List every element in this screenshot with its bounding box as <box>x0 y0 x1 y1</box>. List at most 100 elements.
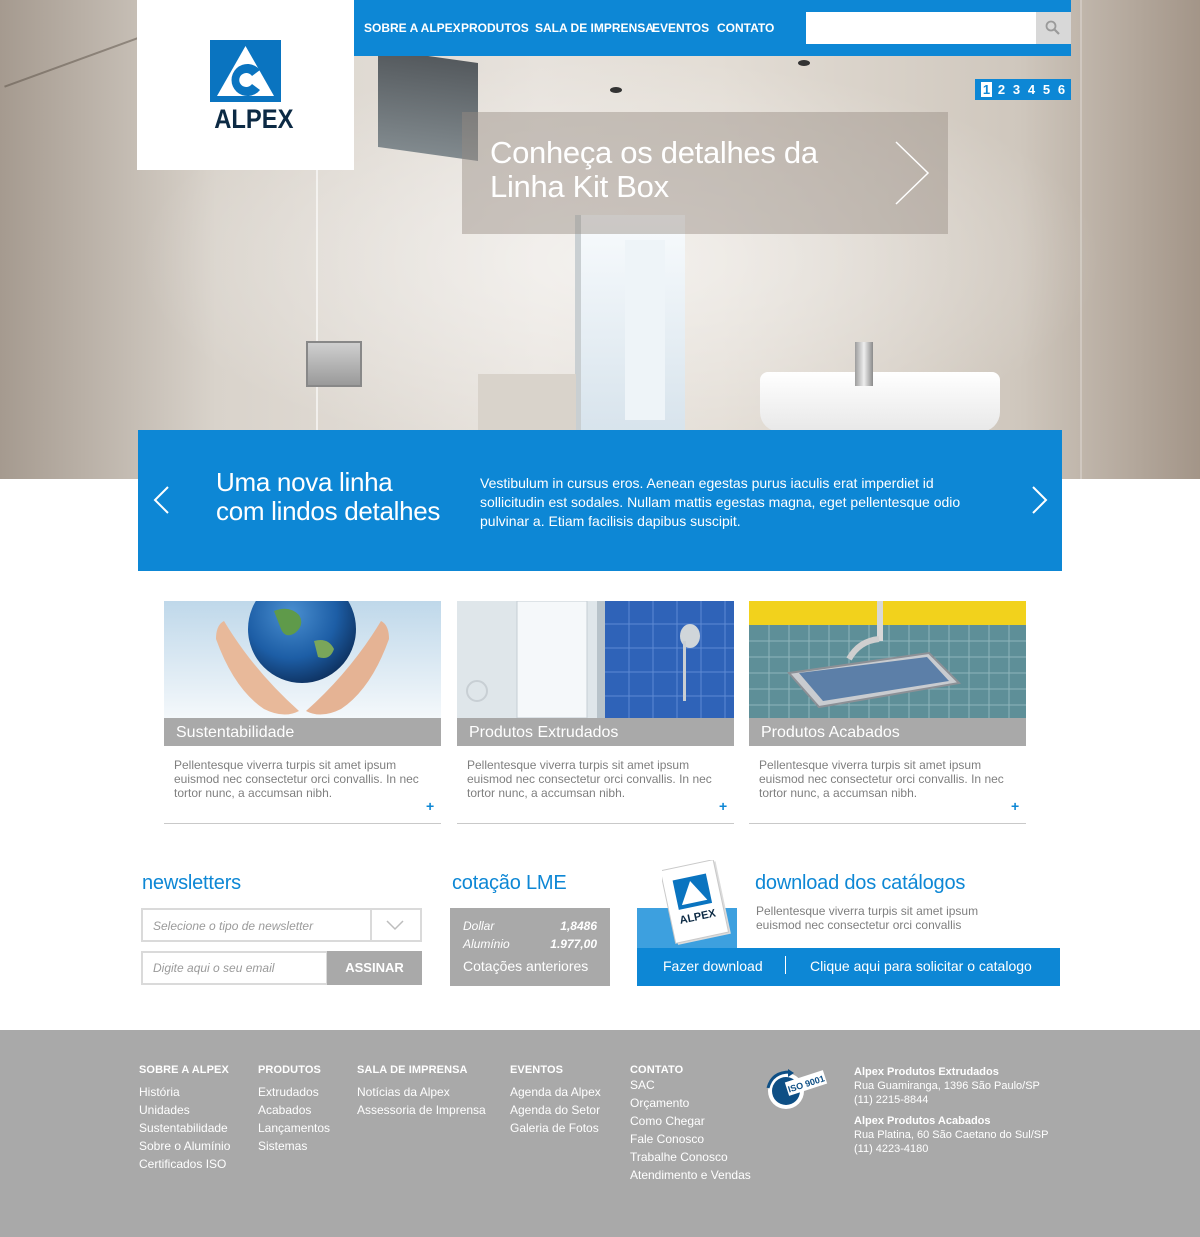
slider-page-4[interactable]: 4 <box>1026 82 1037 97</box>
shower-head-image <box>749 601 1026 718</box>
footer-link[interactable]: Sustentabilidade <box>139 1119 230 1137</box>
nav-sala-de-imprensa[interactable]: SALA DE IMPRENSA <box>535 21 654 35</box>
footer-link[interactable]: Atendimento e Vendas <box>630 1166 751 1184</box>
lme-label: Dollar <box>463 919 495 933</box>
plus-icon[interactable]: + <box>1011 799 1019 813</box>
card-title: Produtos Acabados <box>749 718 1026 746</box>
card-produtos-extrudados[interactable]: Produtos Extrudados Pellentesque viverra… <box>457 601 734 824</box>
lme-row-dollar: Dollar 1,8486 <box>463 919 597 933</box>
address-street: Rua Guamiranga, 1396 São Paulo/SP <box>854 1080 1040 1092</box>
band-title: Uma nova linha com lindos detalhes <box>216 468 446 526</box>
footer-link[interactable]: SAC <box>630 1076 751 1094</box>
search-icon <box>1045 20 1060 35</box>
footer-link[interactable]: Sobre o Alumínio <box>139 1137 230 1155</box>
wall-corner <box>1080 0 1082 479</box>
footer-link[interactable]: Como Chegar <box>630 1112 751 1130</box>
divider <box>785 956 786 974</box>
card-text: Pellentesque viverra turpis sit amet ips… <box>174 758 419 800</box>
footer-link[interactable]: História <box>139 1083 230 1101</box>
band-title-line2: com lindos detalhes <box>216 496 441 526</box>
logo[interactable]: ALPEX <box>137 0 354 170</box>
nav-sobre-a-alpex[interactable]: SOBRE A ALPEX <box>364 21 461 35</box>
faucet <box>855 342 873 386</box>
download-button[interactable]: Fazer download <box>663 958 763 974</box>
chevron-right-icon[interactable] <box>894 140 930 206</box>
slider-page-5[interactable]: 5 <box>1041 82 1052 97</box>
catalog-cover-image: ALPEX <box>659 859 732 948</box>
footer-heading[interactable]: PRODUTOS <box>258 1064 330 1076</box>
footer-link[interactable]: Trabalhe Conosco <box>630 1148 751 1166</box>
footer-col-sobre: SOBRE A ALPEX História Unidades Sustenta… <box>139 1064 230 1173</box>
footer-heading[interactable]: EVENTOS <box>510 1064 601 1076</box>
slider-page-2[interactable]: 2 <box>996 82 1007 97</box>
footer-link[interactable]: Orçamento <box>630 1094 751 1112</box>
search-button[interactable] <box>1036 12 1071 44</box>
sink <box>760 372 1000 432</box>
doorway-inner <box>625 240 665 420</box>
plus-icon[interactable]: + <box>719 799 727 813</box>
address-phone: (11) 2215-8844 <box>854 1094 929 1106</box>
iso-9001-badge-icon: ISO 9001 <box>766 1069 828 1109</box>
footer-link[interactable]: Extrudados <box>258 1083 330 1101</box>
newsletter-type-select[interactable]: Selecione o tipo de newsletter <box>141 908 422 942</box>
band-text: Vestibulum in cursus eros. Aenean egesta… <box>480 475 961 529</box>
earth-hands-image <box>164 601 441 718</box>
ceiling-lamp <box>798 60 810 66</box>
footer-link[interactable]: Acabados <box>258 1101 330 1119</box>
chevron-right-icon[interactable] <box>1031 485 1049 515</box>
footer-link[interactable]: Assessoria de Imprensa <box>357 1101 486 1119</box>
footer-heading[interactable]: CONTATO <box>630 1064 751 1076</box>
search-input[interactable] <box>806 12 1036 44</box>
footer-link[interactable]: Notícias da Alpex <box>357 1083 486 1101</box>
card-text: Pellentesque viverra turpis sit amet ips… <box>759 758 1004 800</box>
footer-link[interactable]: Sistemas <box>258 1137 330 1155</box>
card-produtos-acabados[interactable]: Produtos Acabados Pellentesque viverra t… <box>749 601 1026 824</box>
footer-link[interactable]: Certificados ISO <box>139 1155 230 1173</box>
nav-produtos[interactable]: PRODUTOS <box>461 21 529 35</box>
lme-value: 1,8486 <box>560 919 597 933</box>
lme-row-aluminio: Alumínio 1.977,00 <box>463 937 597 951</box>
address-phone: (11) 4223-4180 <box>854 1143 929 1155</box>
catalog-actions: Fazer download Clique aqui para solicita… <box>637 948 1060 986</box>
address-name: Alpex Produtos Extrudados <box>854 1066 999 1078</box>
nav-eventos[interactable]: EVENTOS <box>652 21 709 35</box>
request-catalog-button[interactable]: Clique aqui para solicitar o catalogo <box>810 958 1032 974</box>
email-field[interactable] <box>141 951 328 985</box>
plus-icon[interactable]: + <box>426 799 434 813</box>
feature-band: Uma nova linha com lindos detalhes Vesti… <box>138 430 1062 571</box>
catalog-description: Pellentesque viverra turpis sit amet ips… <box>756 904 979 932</box>
footer-link[interactable]: Fale Conosco <box>630 1130 751 1148</box>
slider-page-1[interactable]: 1 <box>981 82 992 97</box>
hero-caption[interactable]: Conheça os detalhes da Linha Kit Box <box>462 112 948 234</box>
slider-page-6[interactable]: 6 <box>1056 82 1067 97</box>
footer-heading[interactable]: SALA DE IMPRENSA <box>357 1064 486 1076</box>
footer-link[interactable]: Galeria de Fotos <box>510 1119 601 1137</box>
flush-plate <box>306 341 362 387</box>
nav-contato[interactable]: CONTATO <box>717 21 774 35</box>
footer-col-imprensa: SALA DE IMPRENSA Notícias da Alpex Asses… <box>357 1064 486 1119</box>
chevron-left-icon[interactable] <box>152 485 170 515</box>
card-title: Sustentabilidade <box>164 718 441 746</box>
footer-col-produtos: PRODUTOS Extrudados Acabados Lançamentos… <box>258 1064 330 1155</box>
lme-label: Alumínio <box>463 937 510 951</box>
card-title: Produtos Extrudados <box>457 718 734 746</box>
footer-link[interactable]: Agenda do Setor <box>510 1101 601 1119</box>
subscribe-button[interactable]: ASSINAR <box>327 951 422 985</box>
address-street: Rua Platina, 60 São Caetano do Sul/SP <box>854 1129 1049 1141</box>
footer-link[interactable]: Agenda da Alpex <box>510 1083 601 1101</box>
card-sustentabilidade[interactable]: Sustentabilidade Pellentesque viverra tu… <box>164 601 441 824</box>
select-value: Selecione o tipo de newsletter <box>153 919 314 933</box>
previous-quotes-link[interactable]: Cotações anteriores <box>463 958 588 974</box>
footer-col-eventos: EVENTOS Agenda da Alpex Agenda do Setor … <box>510 1064 601 1137</box>
footer-link[interactable]: Unidades <box>139 1101 230 1119</box>
band-title-line1: Uma nova linha <box>216 467 393 497</box>
slider-page-3[interactable]: 3 <box>1011 82 1022 97</box>
newsletter-title: newsletters <box>142 872 241 894</box>
footer-heading[interactable]: SOBRE A ALPEX <box>139 1064 230 1076</box>
lme-quotes: Dollar 1,8486 Alumínio 1.977,00 Cotações… <box>450 908 610 986</box>
lme-value: 1.977,00 <box>550 937 597 951</box>
divider <box>370 910 372 940</box>
logo-mark-icon <box>210 40 281 102</box>
footer-link[interactable]: Lançamentos <box>258 1119 330 1137</box>
bench <box>478 374 576 430</box>
